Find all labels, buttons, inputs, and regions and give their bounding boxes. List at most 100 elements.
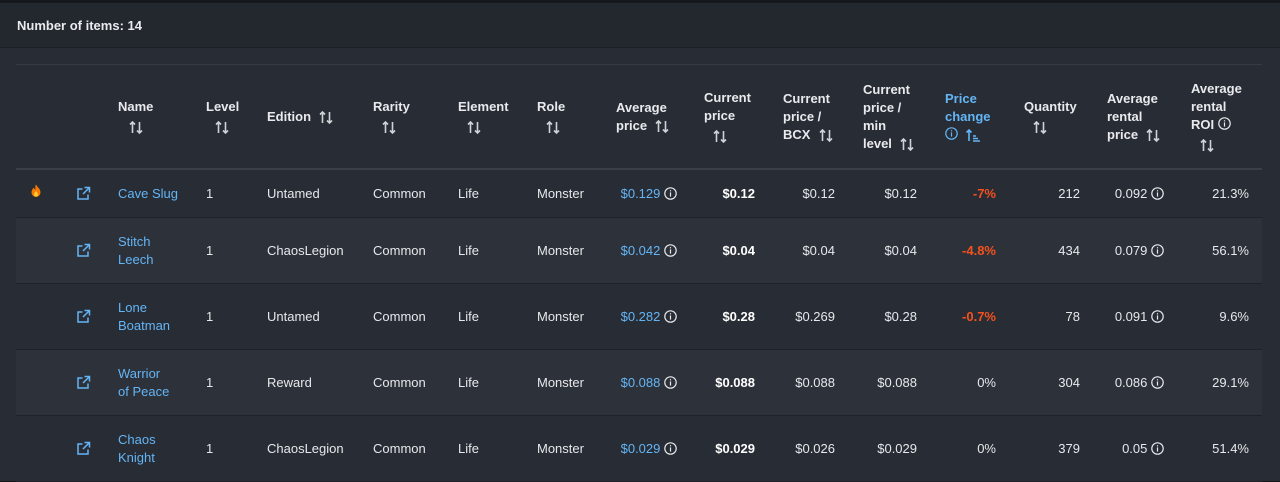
- sort-arrows-icon[interactable]: [1032, 120, 1048, 135]
- bcx-price-value: $0.12: [802, 185, 835, 201]
- open-card-link-cell[interactable]: [76, 218, 96, 283]
- external-link-icon[interactable]: [76, 309, 91, 324]
- min-level-price-cell: $0.04: [846, 218, 917, 283]
- sort-arrows-icon[interactable]: [1199, 138, 1215, 153]
- sort-arrows-icon[interactable]: [545, 120, 561, 135]
- info-circle-icon[interactable]: [1151, 310, 1164, 323]
- info-circle-icon[interactable]: [1151, 244, 1164, 257]
- info-circle-icon[interactable]: [664, 310, 677, 323]
- element-cell: Life: [458, 416, 528, 481]
- role-value: Monster: [537, 374, 584, 390]
- sort-arrows-icon[interactable]: [318, 110, 334, 125]
- role-cell: Monster: [537, 284, 607, 349]
- table-row[interactable]: Chaos Knight 1 ChaosLegion Common Life Monster…: [16, 416, 1262, 482]
- open-card-link-cell[interactable]: [76, 416, 96, 481]
- sort-arrows-icon[interactable]: [214, 120, 230, 135]
- column-header-label: Role: [537, 98, 566, 114]
- average-price-cell[interactable]: $0.088: [600, 350, 677, 415]
- table-row[interactable]: Warrior of Peace 1 Reward Common Life Monster $…: [16, 350, 1262, 416]
- table-row[interactable]: Cave Slug 1 Untamed Common Life Monster $0.129…: [16, 170, 1262, 218]
- average-price-cell[interactable]: $0.129: [600, 170, 677, 217]
- open-card-link-cell[interactable]: [76, 284, 96, 349]
- rental-price-cell[interactable]: 0.092: [1086, 170, 1164, 217]
- info-circle-icon[interactable]: [664, 244, 677, 257]
- element-value: Life: [458, 308, 479, 324]
- sort-arrows-icon[interactable]: [818, 128, 834, 143]
- column-header-bcx[interactable]: Current price / BCX: [783, 65, 855, 168]
- role-cell: Monster: [537, 170, 607, 217]
- column-header-role[interactable]: Role: [537, 65, 597, 168]
- rarity-cell: Common: [373, 284, 453, 349]
- rental-price-cell[interactable]: 0.091: [1086, 284, 1164, 349]
- column-header-name[interactable]: Name: [118, 65, 198, 168]
- sort-arrows-icon[interactable]: [128, 120, 144, 135]
- sort-arrows-icon[interactable]: [654, 119, 670, 134]
- sort-arrows-icon[interactable]: [712, 129, 728, 144]
- external-link-icon[interactable]: [76, 243, 91, 258]
- average-price-cell[interactable]: $0.282: [600, 284, 677, 349]
- min-level-price-value: $0.088: [877, 374, 917, 390]
- role-value: Monster: [537, 185, 584, 201]
- sort-arrows-icon[interactable]: [381, 120, 397, 135]
- edition-cell: Reward: [267, 350, 367, 415]
- column-header-cur[interactable]: Current price: [704, 65, 774, 168]
- info-circle-icon[interactable]: [664, 376, 677, 389]
- info-circle-icon[interactable]: [1151, 187, 1164, 200]
- current-price-cell: $0.04: [686, 218, 755, 283]
- column-header-pc[interactable]: Price change: [945, 65, 1015, 168]
- info-circle-icon[interactable]: [1151, 376, 1164, 389]
- column-header-element[interactable]: Element: [458, 65, 528, 168]
- sort-arrows-icon[interactable]: [965, 128, 981, 143]
- average-price-cell[interactable]: $0.042: [600, 218, 677, 283]
- open-card-link-cell[interactable]: [76, 170, 96, 217]
- info-circle-icon[interactable]: [1151, 442, 1164, 455]
- info-circle-icon[interactable]: [664, 442, 677, 455]
- column-header-minlvl[interactable]: Current price / min level: [863, 65, 935, 168]
- edition-value: ChaosLegion: [267, 440, 344, 456]
- sort-arrows-icon[interactable]: [1145, 128, 1161, 143]
- role-cell: Monster: [537, 218, 607, 283]
- rental-price-cell[interactable]: 0.086: [1086, 350, 1164, 415]
- external-link-icon[interactable]: [76, 441, 91, 456]
- column-header-rent[interactable]: Average rental price: [1107, 65, 1183, 168]
- external-link-icon[interactable]: [76, 375, 91, 390]
- card-name-link[interactable]: Warrior of Peace: [118, 350, 198, 415]
- external-link-icon[interactable]: [76, 186, 91, 201]
- card-name-link[interactable]: Chaos Knight: [118, 416, 198, 481]
- hot-indicator-cell: [30, 170, 50, 217]
- info-circle-icon[interactable]: [945, 126, 958, 140]
- quantity-cell: 78: [1006, 284, 1080, 349]
- rarity-value: Common: [373, 374, 426, 390]
- info-circle-icon[interactable]: [664, 187, 677, 200]
- table-row[interactable]: Stitch Leech 1 ChaosLegion Common Life Monster…: [16, 218, 1262, 284]
- column-header-level[interactable]: Level: [206, 65, 256, 168]
- sort-arrows-icon[interactable]: [466, 120, 482, 135]
- open-card-link-cell[interactable]: [76, 350, 96, 415]
- edition-cell: Untamed: [267, 170, 367, 217]
- edition-cell: ChaosLegion: [267, 416, 367, 481]
- min-level-price-value: $0.029: [877, 440, 917, 456]
- sort-arrows-icon[interactable]: [899, 137, 915, 152]
- card-name-line: of Peace: [118, 383, 170, 399]
- column-header-label: price /: [783, 108, 822, 124]
- column-header-avg[interactable]: Average price: [616, 65, 696, 168]
- column-header-qty[interactable]: Quantity: [1024, 65, 1094, 168]
- card-name-link[interactable]: Cave Slug: [118, 170, 198, 217]
- rental-price-cell[interactable]: 0.079: [1086, 218, 1164, 283]
- price-change-value: -4.8%: [962, 242, 996, 258]
- column-header-rarity[interactable]: Rarity: [373, 65, 443, 168]
- table-row[interactable]: Lone Boatman 1 Untamed Common Life Monster $0.2…: [16, 284, 1262, 350]
- rental-price-cell[interactable]: 0.05: [1086, 416, 1164, 481]
- card-name-link[interactable]: Lone Boatman: [118, 284, 198, 349]
- level-value: 1: [206, 440, 214, 456]
- card-name-line: Warrior: [118, 365, 161, 381]
- hot-indicator-cell: [30, 218, 50, 283]
- card-name-link[interactable]: Stitch Leech: [118, 218, 198, 283]
- current-price-value: $0.029: [715, 440, 755, 456]
- rental-price-value: 0.091: [1114, 308, 1148, 324]
- quantity-cell: 212: [1006, 170, 1080, 217]
- info-circle-icon[interactable]: [1217, 116, 1231, 130]
- average-price-cell[interactable]: $0.029: [600, 416, 677, 481]
- column-header-roi[interactable]: Average rental ROI: [1191, 65, 1261, 168]
- column-header-edition[interactable]: Edition: [267, 65, 357, 168]
